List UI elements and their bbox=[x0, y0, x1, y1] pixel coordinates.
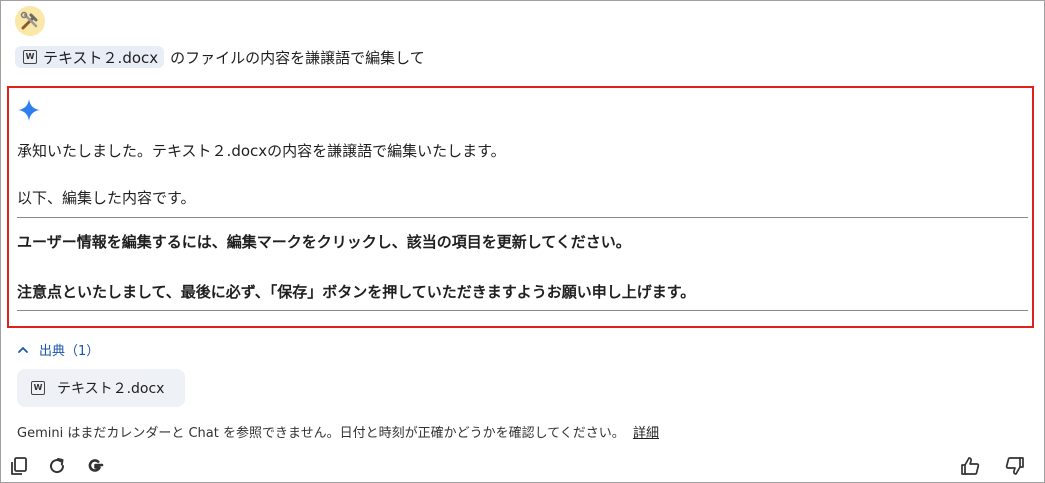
sources-label: 出典（1） bbox=[39, 344, 100, 359]
disclaimer: Gemini はまだカレンダーと Chat を参照できません。日付と時刻が正確か… bbox=[17, 422, 659, 441]
divider-bottom bbox=[17, 310, 1028, 311]
sources-toggle[interactable]: 出典（1） bbox=[17, 340, 99, 359]
response-bold-line-1: ユーザー情報を編集するには、編集マークをクリックし、該当の項目を更新してください… bbox=[17, 233, 631, 251]
google-search-button[interactable] bbox=[83, 454, 107, 478]
tools-icon bbox=[20, 11, 38, 30]
user-prompt: W テキスト２.docx のファイルの内容を謙譲語で編集して bbox=[15, 44, 425, 70]
details-link[interactable]: 詳細 bbox=[633, 426, 659, 441]
thumbs-up-button[interactable] bbox=[958, 454, 982, 478]
source-card[interactable]: W テキスト２.docx bbox=[17, 369, 185, 407]
response-line-1: 承知いたしました。テキスト２.docxの内容を謙譲語で編集いたします。 bbox=[17, 142, 506, 160]
file-chip[interactable]: W テキスト２.docx bbox=[15, 46, 165, 68]
response-bold-line-2: 注意点といたしまして、最後に必ず、「保存」ボタンを押していただきますようお願い申… bbox=[17, 283, 696, 301]
regenerate-icon bbox=[50, 458, 65, 474]
gemini-sparkle-icon bbox=[18, 99, 40, 121]
source-card-label: テキスト２.docx bbox=[57, 381, 165, 397]
user-avatar bbox=[15, 6, 45, 36]
file-chip-label: テキスト２.docx bbox=[43, 48, 159, 67]
google-search-icon bbox=[88, 459, 104, 472]
prompt-text: のファイルの内容を謙譲語で編集して bbox=[170, 48, 425, 67]
word-file-icon: W bbox=[31, 381, 45, 395]
thumbs-up-icon bbox=[961, 457, 980, 475]
chevron-up-icon bbox=[18, 346, 28, 353]
response-line-2: 以下、編集した内容です。 bbox=[17, 189, 196, 207]
word-file-icon: W bbox=[23, 50, 37, 64]
divider-top bbox=[17, 217, 1028, 218]
thumbs-down-button[interactable] bbox=[1003, 454, 1027, 478]
copy-icon bbox=[11, 457, 27, 475]
copy-button[interactable] bbox=[7, 454, 31, 478]
disclaimer-text: Gemini はまだカレンダーと Chat を参照できません。日付と時刻が正確か… bbox=[17, 426, 625, 441]
thumbs-down-icon bbox=[1005, 457, 1024, 475]
regenerate-button[interactable] bbox=[45, 454, 69, 478]
